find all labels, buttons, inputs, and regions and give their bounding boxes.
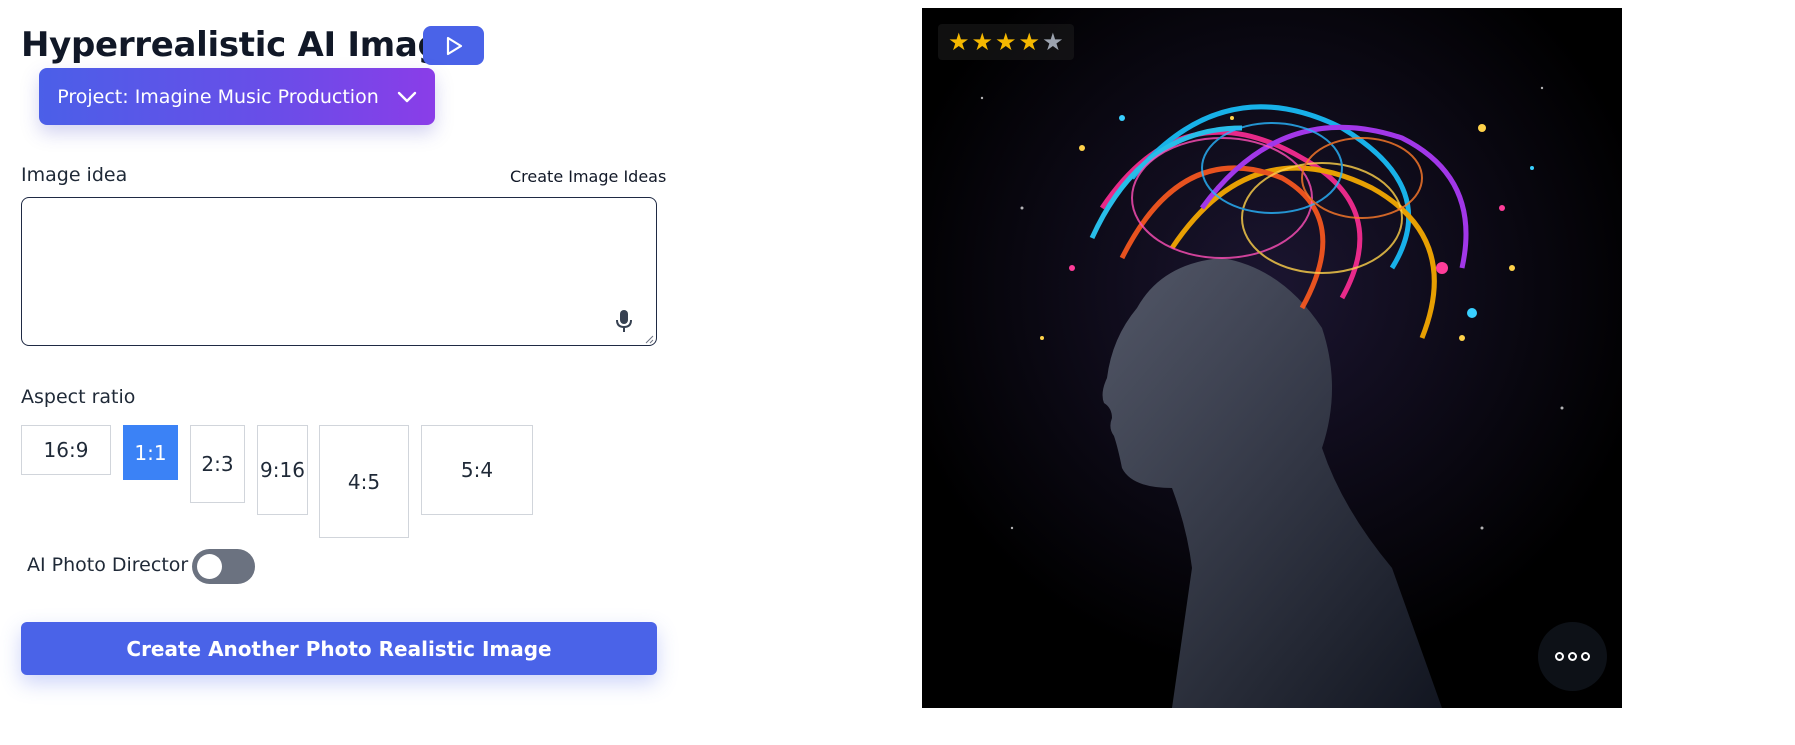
star-filled-icon[interactable]: ★ <box>995 30 1017 54</box>
more-options-button[interactable] <box>1538 622 1607 691</box>
aspect-ratio-2-3[interactable]: 2:3 <box>190 425 245 503</box>
project-dropdown-label: Project: Imagine Music Production <box>57 85 379 108</box>
ai-photo-director-toggle[interactable] <box>192 549 255 584</box>
image-idea-label: Image idea <box>21 164 128 186</box>
aspect-ratio-1-1[interactable]: 1:1 <box>123 425 178 480</box>
aspect-ratio-5-4[interactable]: 5:4 <box>421 425 533 515</box>
more-options-icon <box>1555 652 1564 661</box>
chevron-down-icon <box>397 91 416 102</box>
ai-photo-director-label: AI Photo Director <box>27 554 189 576</box>
play-icon <box>446 36 462 55</box>
create-image-ideas-link[interactable]: Create Image Ideas <box>510 167 666 186</box>
create-image-button[interactable]: Create Another Photo Realistic Image <box>21 622 657 675</box>
music-mind-artwork <box>922 8 1622 708</box>
aspect-ratio-label: Aspect ratio <box>21 386 136 408</box>
star-filled-icon[interactable]: ★ <box>1019 30 1041 54</box>
aspect-ratio-9-16[interactable]: 9:16 <box>257 425 308 515</box>
microphone-icon <box>616 310 632 332</box>
image-rating[interactable]: ★ ★ ★ ★ ★ <box>938 24 1074 60</box>
resize-handle-icon[interactable] <box>644 334 654 344</box>
generated-image[interactable]: ★ ★ ★ ★ ★ <box>922 8 1622 708</box>
toggle-knob <box>197 554 222 579</box>
star-empty-icon[interactable]: ★ <box>1042 30 1064 54</box>
aspect-ratio-4-5[interactable]: 4:5 <box>319 425 409 538</box>
play-video-button[interactable] <box>423 26 484 65</box>
page-title: Hyperrealistic AI Images <box>21 25 485 65</box>
microphone-button[interactable] <box>612 308 636 334</box>
star-filled-icon[interactable]: ★ <box>972 30 994 54</box>
image-idea-input[interactable] <box>21 197 657 346</box>
project-dropdown[interactable]: Project: Imagine Music Production <box>39 68 435 125</box>
aspect-ratio-16-9[interactable]: 16:9 <box>21 425 111 475</box>
star-filled-icon[interactable]: ★ <box>948 30 970 54</box>
